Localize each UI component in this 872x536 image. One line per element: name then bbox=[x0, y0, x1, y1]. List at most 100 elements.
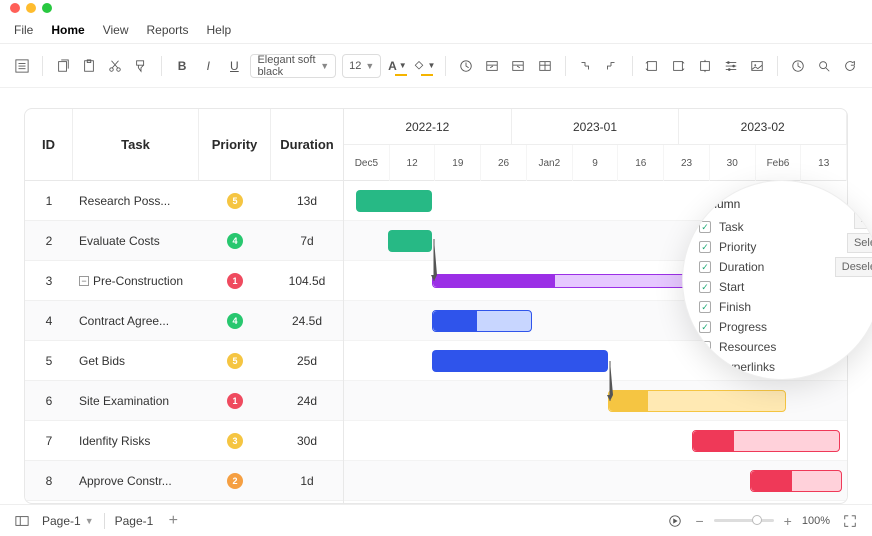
cell-task: Contract Agree... bbox=[73, 301, 199, 340]
zoom-out-button[interactable]: − bbox=[695, 513, 703, 529]
cell-task: Evaluate Costs bbox=[73, 221, 199, 260]
milestone-button[interactable] bbox=[456, 52, 476, 80]
font-select[interactable]: Elegant soft black▼ bbox=[250, 54, 336, 78]
bold-button[interactable]: B bbox=[172, 52, 192, 80]
fill-color-button[interactable]: ▼ bbox=[413, 52, 435, 80]
outdent-button[interactable] bbox=[508, 52, 528, 80]
column-option[interactable]: ✓Finish bbox=[699, 297, 872, 317]
column-option[interactable]: ✓Resources bbox=[699, 337, 872, 357]
gantt-bar[interactable] bbox=[432, 310, 532, 332]
gantt-bar[interactable] bbox=[692, 430, 840, 452]
layout-toggle-button[interactable] bbox=[12, 511, 32, 531]
gantt-bar[interactable] bbox=[432, 350, 608, 372]
popup-deselect-button[interactable]: Desele bbox=[835, 257, 872, 277]
indent-button[interactable] bbox=[482, 52, 502, 80]
cell-duration: 1d bbox=[271, 461, 343, 500]
cell-priority: 3 bbox=[199, 421, 271, 460]
popup-more-button[interactable]: Mo bbox=[854, 209, 872, 229]
table-row[interactable]: 7Idenfity Risks330d bbox=[25, 421, 343, 461]
status-bar: Page-1▼ Page-1 + − + 100% bbox=[0, 504, 872, 536]
close-dot[interactable] bbox=[10, 3, 20, 13]
expand-icon[interactable]: − bbox=[79, 276, 89, 286]
col-header-id[interactable]: ID bbox=[25, 109, 73, 180]
day-header: 9 bbox=[573, 145, 619, 181]
paste-button[interactable] bbox=[79, 52, 99, 80]
search-button[interactable] bbox=[814, 52, 834, 80]
minimize-dot[interactable] bbox=[26, 3, 36, 13]
cut-button[interactable] bbox=[105, 52, 125, 80]
font-color-button[interactable]: A▼ bbox=[387, 52, 407, 80]
checkbox-icon[interactable]: ✓ bbox=[699, 321, 711, 333]
window-controls bbox=[0, 0, 872, 16]
app-menu-button[interactable] bbox=[12, 52, 32, 80]
checkbox-icon[interactable]: ✓ bbox=[699, 261, 711, 273]
insert-row-button[interactable] bbox=[695, 52, 715, 80]
column-option[interactable]: ✓ Progress bbox=[699, 317, 872, 337]
fullscreen-button[interactable] bbox=[840, 511, 860, 531]
column-picker-popup[interactable]: Column ✓Task✓Priority✓Duration✓Start✓Fin… bbox=[682, 180, 872, 380]
move-up-button[interactable] bbox=[601, 52, 621, 80]
play-button[interactable] bbox=[665, 511, 685, 531]
menu-reports[interactable]: Reports bbox=[146, 23, 188, 37]
menu-bar: File Home View Reports Help bbox=[0, 16, 872, 44]
zoom-in-button[interactable]: + bbox=[784, 513, 792, 529]
column-option-label: Task bbox=[719, 220, 744, 234]
col-header-task[interactable]: Task bbox=[73, 109, 199, 180]
gantt-bar[interactable] bbox=[750, 470, 842, 492]
gantt-bar[interactable] bbox=[388, 230, 432, 252]
column-option[interactable]: ✓Start bbox=[699, 277, 872, 297]
format-painter-button[interactable] bbox=[131, 52, 151, 80]
image-button[interactable] bbox=[747, 52, 767, 80]
cell-priority: 2 bbox=[199, 461, 271, 500]
gantt-bar[interactable] bbox=[608, 390, 786, 412]
gantt-bar[interactable] bbox=[356, 190, 432, 212]
checkbox-icon[interactable]: ✓ bbox=[699, 221, 711, 233]
table-row[interactable]: 6Site Examination124d bbox=[25, 381, 343, 421]
menu-view[interactable]: View bbox=[103, 23, 129, 37]
table-row[interactable]: 1Research Poss...513d bbox=[25, 181, 343, 221]
maximize-dot[interactable] bbox=[42, 3, 52, 13]
cell-duration: 30d bbox=[271, 421, 343, 460]
column-option-label: Resources bbox=[719, 340, 776, 354]
col-header-priority[interactable]: Priority bbox=[199, 109, 271, 180]
day-header: Feb6 bbox=[756, 145, 802, 181]
col-header-duration[interactable]: Duration bbox=[271, 109, 343, 180]
menu-home[interactable]: Home bbox=[51, 23, 84, 37]
add-page-button[interactable]: + bbox=[163, 511, 183, 531]
cell-priority: 5 bbox=[199, 181, 271, 220]
copy-button[interactable] bbox=[53, 52, 73, 80]
checkbox-icon[interactable]: ✓ bbox=[699, 301, 711, 313]
page-tab[interactable]: Page-1 bbox=[115, 514, 154, 528]
checkbox-icon[interactable]: ✓ bbox=[699, 241, 711, 253]
insert-col-right-button[interactable] bbox=[668, 52, 688, 80]
day-header: Jan2 bbox=[527, 145, 573, 181]
month-header: 2022-12 bbox=[344, 109, 512, 144]
day-header: 13 bbox=[801, 145, 847, 181]
zoom-slider[interactable] bbox=[714, 519, 774, 522]
toolbar: B I U Elegant soft black▼ 12▼ A▼ ▼ bbox=[0, 44, 872, 88]
column-option-label: Progress bbox=[719, 320, 767, 334]
table-row[interactable]: 3−Pre-Construction1104.5d bbox=[25, 261, 343, 301]
underline-button[interactable]: U bbox=[224, 52, 244, 80]
menu-help[interactable]: Help bbox=[207, 23, 232, 37]
table-row[interactable]: 4Contract Agree...424.5d bbox=[25, 301, 343, 341]
settings-button[interactable] bbox=[721, 52, 741, 80]
table-row[interactable]: 2Evaluate Costs47d bbox=[25, 221, 343, 261]
refresh-button[interactable] bbox=[840, 52, 860, 80]
popup-select-button[interactable]: Sele bbox=[847, 233, 872, 253]
day-header: 16 bbox=[618, 145, 664, 181]
cell-priority: 4 bbox=[199, 301, 271, 340]
italic-button[interactable]: I bbox=[198, 52, 218, 80]
page-select[interactable]: Page-1▼ bbox=[42, 514, 94, 528]
table-row[interactable]: 5Get Bids525d bbox=[25, 341, 343, 381]
unlink-button[interactable] bbox=[575, 52, 595, 80]
checkbox-icon[interactable]: ✓ bbox=[699, 281, 711, 293]
insert-col-left-button[interactable] bbox=[642, 52, 662, 80]
history-button[interactable] bbox=[788, 52, 808, 80]
table-row[interactable]: 8Approve Constr...21d bbox=[25, 461, 343, 501]
menu-file[interactable]: File bbox=[14, 23, 33, 37]
cell-id: 1 bbox=[25, 181, 73, 220]
cell-task: Site Examination bbox=[73, 381, 199, 420]
link-button[interactable] bbox=[534, 52, 554, 80]
font-size-select[interactable]: 12▼ bbox=[342, 54, 381, 78]
